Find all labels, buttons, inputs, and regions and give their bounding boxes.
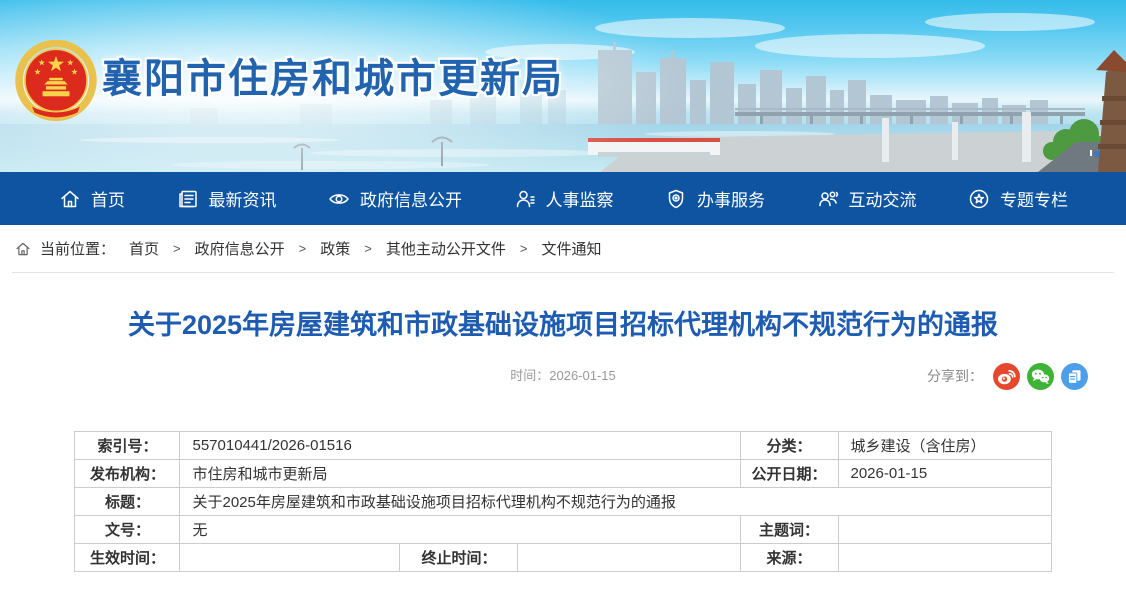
- nav-item-interaction[interactable]: 互动交流: [816, 186, 917, 211]
- nav-item-label: 最新资讯: [209, 186, 277, 211]
- table-row: 生效时间： 终止时间： 来源：: [75, 544, 1051, 572]
- share-label: 分享到：: [927, 362, 983, 390]
- nav-item-label: 专题专栏: [1000, 186, 1068, 211]
- wechat-share-icon[interactable]: [1027, 363, 1054, 390]
- nav-item-label: 人事监察: [546, 186, 614, 211]
- meta-title-label: 标题：: [75, 488, 180, 516]
- person-icon: [513, 187, 537, 211]
- nav-item-home[interactable]: 首页: [58, 186, 125, 211]
- meta-agency-value: 市住房和城市更新局: [180, 460, 740, 488]
- breadcrumb-link-file-notice[interactable]: 文件通知: [541, 238, 601, 259]
- meta-pubdate-value: 2026-01-15: [838, 460, 1051, 488]
- meta-index-value: 557010441/2026-01516: [180, 432, 740, 460]
- meta-docno-value: 无: [180, 516, 740, 544]
- shield-icon: [664, 187, 688, 211]
- meta-source-label: 来源：: [740, 544, 838, 572]
- breadcrumb-divider: [12, 272, 1114, 273]
- article-meta-row: 时间：2026-01-15 分享到：: [0, 362, 1126, 390]
- nav-item-label: 首页: [91, 186, 125, 211]
- nav-item-personnel[interactable]: 人事监察: [513, 186, 614, 211]
- nav-item-label: 办事服务: [697, 186, 765, 211]
- publish-time-label: 时间：: [510, 368, 549, 383]
- meta-expiry-value: [518, 544, 740, 572]
- breadcrumb-label: 当前位置：: [40, 238, 115, 259]
- meta-category-label: 分类：: [740, 432, 838, 460]
- weibo-share-icon[interactable]: [993, 363, 1020, 390]
- publish-time-value: 2026-01-15: [549, 368, 616, 383]
- meta-expiry-label: 终止时间：: [400, 544, 518, 572]
- meta-title-value: 关于2025年房屋建筑和市政基础设施项目招标代理机构不规范行为的通报: [180, 488, 1051, 516]
- meta-index-label: 索引号：: [75, 432, 180, 460]
- table-row: 发布机构： 市住房和城市更新局 公开日期： 2026-01-15: [75, 460, 1051, 488]
- breadcrumb-separator: >: [364, 241, 372, 256]
- doc-meta-table: 索引号： 557010441/2026-01516 分类： 城乡建设（含住房） …: [74, 431, 1051, 572]
- table-row: 文号： 无 主题词：: [75, 516, 1051, 544]
- meta-keywords-label: 主题词：: [740, 516, 838, 544]
- site-banner: 襄阳市住房和城市更新局: [0, 0, 1126, 172]
- breadcrumb-home-icon: [14, 240, 32, 258]
- meta-source-value: [838, 544, 1051, 572]
- breadcrumb: 当前位置： 首页 > 政府信息公开 > 政策 > 其他主动公开文件 > 文件通知: [0, 225, 1126, 272]
- nav-item-gov-info[interactable]: 政府信息公开: [327, 186, 462, 211]
- breadcrumb-separator: >: [520, 241, 528, 256]
- breadcrumb-link-gov-info[interactable]: 政府信息公开: [195, 238, 285, 259]
- meta-agency-label: 发布机构：: [75, 460, 180, 488]
- meta-effective-label: 生效时间：: [75, 544, 180, 572]
- table-row: 标题： 关于2025年房屋建筑和市政基础设施项目招标代理机构不规范行为的通报: [75, 488, 1051, 516]
- star-icon: [967, 187, 991, 211]
- nav-item-services[interactable]: 办事服务: [664, 186, 765, 211]
- meta-keywords-value: [838, 516, 1051, 544]
- people-chat-icon: [816, 187, 840, 211]
- share-bar: 分享到：: [927, 362, 1088, 390]
- news-icon: [176, 187, 200, 211]
- copy-share-icon[interactable]: [1061, 363, 1088, 390]
- nav-item-special[interactable]: 专题专栏: [967, 186, 1068, 211]
- nav-item-news[interactable]: 最新资讯: [176, 186, 277, 211]
- breadcrumb-link-home[interactable]: 首页: [129, 238, 159, 259]
- meta-pubdate-label: 公开日期：: [740, 460, 838, 488]
- meta-docno-label: 文号：: [75, 516, 180, 544]
- breadcrumb-link-other-docs[interactable]: 其他主动公开文件: [386, 238, 506, 259]
- table-row: 索引号： 557010441/2026-01516 分类： 城乡建设（含住房）: [75, 432, 1051, 460]
- home-icon: [58, 187, 82, 211]
- breadcrumb-separator: >: [173, 241, 181, 256]
- main-nav: 首页 最新资讯 政府信息公开 人事监察 办事服务 互动交流 专题专栏: [0, 172, 1126, 225]
- meta-category-value: 城乡建设（含住房）: [838, 432, 1051, 460]
- breadcrumb-separator: >: [299, 241, 307, 256]
- site-title[interactable]: 襄阳市住房和城市更新局: [102, 46, 564, 104]
- eye-icon: [327, 187, 351, 211]
- national-emblem: [14, 40, 98, 124]
- page-title: 关于2025年房屋建筑和市政基础设施项目招标代理机构不规范行为的通报: [40, 303, 1086, 342]
- nav-item-label: 互动交流: [849, 186, 917, 211]
- meta-effective-value: [180, 544, 400, 572]
- breadcrumb-link-policy[interactable]: 政策: [320, 238, 350, 259]
- nav-item-label: 政府信息公开: [360, 186, 462, 211]
